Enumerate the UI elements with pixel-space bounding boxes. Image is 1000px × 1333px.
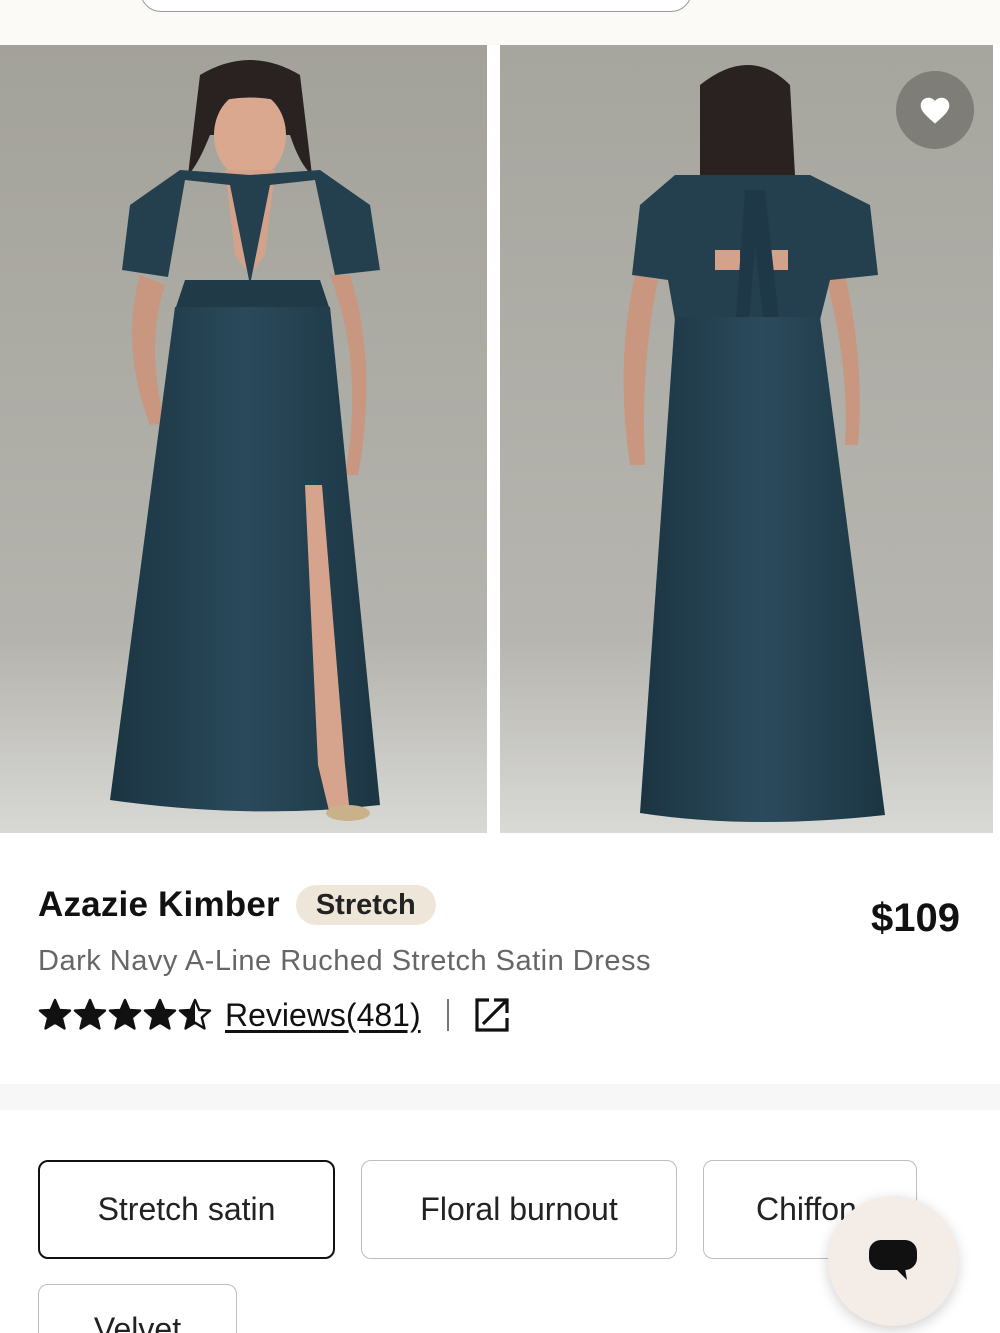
search-bar[interactable] <box>140 0 692 12</box>
star-full-icon <box>143 998 177 1030</box>
divider <box>446 999 449 1031</box>
product-name: Azazie Kimber <box>38 885 280 924</box>
star-full-icon <box>73 998 107 1030</box>
product-gallery[interactable] <box>0 45 1000 833</box>
fabric-option-floral-burnout[interactable]: Floral burnout <box>361 1160 677 1259</box>
rating-row: Reviews(481) <box>38 995 511 1035</box>
section-divider <box>0 1084 1000 1110</box>
top-bar <box>0 0 1000 45</box>
stretch-badge: Stretch <box>295 885 436 925</box>
external-link-icon[interactable] <box>473 996 511 1034</box>
star-full-icon <box>38 998 72 1030</box>
star-half-icon <box>178 998 212 1030</box>
product-photo-back[interactable] <box>500 45 993 833</box>
heart-icon <box>920 97 950 124</box>
chat-button[interactable] <box>828 1196 958 1326</box>
wishlist-button[interactable] <box>896 71 974 149</box>
chat-bubble-icon <box>869 1240 917 1280</box>
star-rating <box>38 998 213 1032</box>
product-subtitle: Dark Navy A-Line Ruched Stretch Satin Dr… <box>38 945 652 977</box>
product-photo-front[interactable] <box>0 45 487 833</box>
title-row: Azazie Kimber Stretch <box>38 885 436 925</box>
fabric-option-velvet[interactable]: Velvet <box>38 1284 237 1333</box>
product-price: $109 <box>871 896 960 940</box>
star-full-icon <box>108 998 142 1030</box>
fabric-option-stretch-satin[interactable]: Stretch satin <box>38 1160 335 1259</box>
reviews-link[interactable]: Reviews(481) <box>225 997 421 1034</box>
